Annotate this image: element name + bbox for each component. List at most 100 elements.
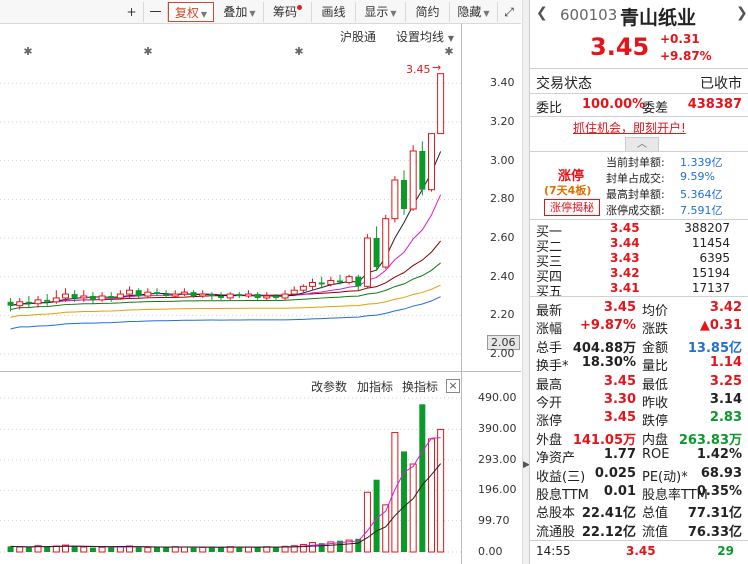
stat-value: 68.93 bbox=[700, 465, 742, 481]
divider bbox=[530, 93, 748, 94]
stat-label: PE(动)* bbox=[642, 469, 688, 485]
price-axis-label: 2.40 bbox=[490, 269, 515, 283]
stat-label: 涨停 bbox=[536, 414, 563, 430]
fq-dropdown[interactable]: 复权 ▼ bbox=[168, 2, 214, 22]
stat-label: 净资产 bbox=[536, 451, 576, 467]
volume-bar bbox=[244, 546, 252, 553]
trade-status-value: 已收市 bbox=[700, 76, 742, 92]
stat-value: 76.33亿 bbox=[687, 524, 742, 540]
chips-label: 筹码 bbox=[272, 5, 297, 19]
tick-price: 3.45 bbox=[626, 544, 656, 558]
volume-bar bbox=[309, 542, 317, 553]
limit-reveal-button[interactable]: 涨停揭秘 bbox=[544, 199, 600, 216]
star-marker: ✱ bbox=[444, 45, 453, 58]
stat-label: 内盘 bbox=[642, 432, 669, 448]
bid-price[interactable]: 3.42 bbox=[610, 266, 640, 280]
hide-label: 隐藏 bbox=[457, 5, 482, 19]
latest-price-tag: 3.45 bbox=[406, 63, 431, 76]
volume-bar bbox=[409, 463, 417, 553]
star-marker: ✱ bbox=[23, 45, 32, 58]
bid-price[interactable]: 3.44 bbox=[610, 236, 640, 250]
candle-body bbox=[345, 276, 353, 283]
bid-volume: 388207 bbox=[684, 221, 730, 235]
candle-body bbox=[309, 281, 317, 287]
stat-value: 141.05万 bbox=[572, 432, 636, 448]
brief-button[interactable]: 简约 bbox=[406, 2, 450, 22]
stat-value: 2.83 bbox=[709, 410, 742, 426]
volume-chart[interactable] bbox=[0, 372, 521, 564]
panel-collapse-handle[interactable]: ▶ bbox=[522, 0, 530, 564]
volume-axis-label: 390.00 bbox=[478, 422, 517, 436]
volume-bar bbox=[218, 547, 225, 552]
candle-body bbox=[336, 280, 343, 283]
draw-line-button[interactable]: 画线 bbox=[312, 2, 356, 22]
price-change-pct: +9.87% bbox=[660, 49, 712, 63]
seal-value: 1.339亿 bbox=[680, 156, 723, 169]
volume-bar bbox=[180, 546, 188, 553]
open-account-link[interactable]: 抓住机会，即刻开户! bbox=[573, 119, 686, 136]
candle-body bbox=[52, 297, 60, 303]
stat-label: 金额 bbox=[642, 340, 669, 356]
stat-label: 总股本 bbox=[536, 506, 576, 522]
overlay-dropdown[interactable]: 叠加 ▼ bbox=[216, 2, 264, 22]
trade-status-label: 交易状态 bbox=[536, 76, 592, 92]
weicha-value: 438387 bbox=[687, 97, 742, 112]
stat-label: 收益(三) bbox=[536, 469, 586, 485]
candle-body bbox=[98, 295, 106, 301]
stock-name: 青山纸业 bbox=[620, 7, 697, 29]
hide-dropdown[interactable]: 隐藏 ▼ bbox=[450, 2, 498, 22]
fullscreen-icon[interactable]: ⤢ bbox=[498, 2, 520, 22]
divider bbox=[530, 151, 748, 152]
chips-button[interactable]: 筹码 bbox=[264, 2, 312, 22]
volume-bar bbox=[373, 479, 380, 552]
seal-label: 封单占成交: bbox=[606, 172, 665, 185]
stat-value: 18.30% bbox=[581, 355, 636, 371]
divider bbox=[530, 116, 748, 117]
volume-bar bbox=[382, 504, 390, 553]
bid-price[interactable]: 3.43 bbox=[610, 251, 640, 265]
candle-body bbox=[419, 151, 426, 190]
candle-body bbox=[254, 294, 261, 298]
stat-value: 3.45 bbox=[603, 300, 636, 315]
limit-streak: (7天4板) bbox=[544, 184, 592, 197]
candle-body bbox=[391, 179, 399, 220]
volume-bar bbox=[98, 546, 106, 553]
candle-body bbox=[190, 292, 197, 296]
bid-price[interactable]: 3.41 bbox=[610, 281, 640, 295]
candle-body bbox=[16, 301, 24, 307]
chevron-right-icon[interactable]: ❯ bbox=[736, 5, 748, 21]
volume-axis-label: 0.00 bbox=[478, 545, 503, 558]
price-axis-label: 3.00 bbox=[490, 153, 515, 167]
candle-body bbox=[401, 180, 408, 209]
candle-body bbox=[236, 294, 243, 296]
stat-label: 涨幅 bbox=[536, 322, 563, 338]
candle-body bbox=[290, 289, 298, 295]
volume-bar bbox=[89, 547, 96, 552]
divider bbox=[530, 296, 748, 297]
candle-body bbox=[80, 295, 88, 299]
zoom-out-button[interactable]: 一 bbox=[144, 2, 168, 22]
seal-label: 涨停成交额: bbox=[606, 204, 665, 217]
bid-price[interactable]: 3.45 bbox=[610, 221, 640, 235]
chart-toolbar: + 一 复权 ▼ 叠加 ▼ 筹码 画线 显示 ▼ 简约 隐藏 ▼ ⤢ bbox=[0, 0, 521, 24]
volume-axis-label: 293.00 bbox=[478, 452, 517, 466]
volume-bar bbox=[144, 547, 152, 553]
candle-body bbox=[355, 276, 362, 287]
chevron-left-icon[interactable]: ❮ bbox=[536, 5, 548, 21]
display-dropdown[interactable]: 显示 ▼ bbox=[356, 2, 406, 22]
arrow-right-icon: → bbox=[432, 61, 442, 74]
candle-body bbox=[363, 237, 371, 287]
volume-bar bbox=[153, 546, 160, 552]
candle-body bbox=[382, 218, 390, 268]
stat-value: 3.42 bbox=[709, 300, 742, 315]
divider bbox=[530, 219, 748, 220]
zoom-in-button[interactable]: + bbox=[120, 2, 144, 22]
volume-bar bbox=[163, 547, 170, 552]
collapse-up-icon[interactable]: ︿ bbox=[625, 137, 659, 151]
seal-value: 5.364亿 bbox=[680, 188, 723, 201]
stat-label: ROE bbox=[642, 447, 670, 463]
price-axis-label: 2.60 bbox=[490, 231, 515, 244]
candle-body bbox=[116, 293, 124, 299]
volume-bar bbox=[71, 546, 78, 552]
kline-chart[interactable]: ✱ ✱ ✱ ✱ bbox=[0, 24, 521, 370]
